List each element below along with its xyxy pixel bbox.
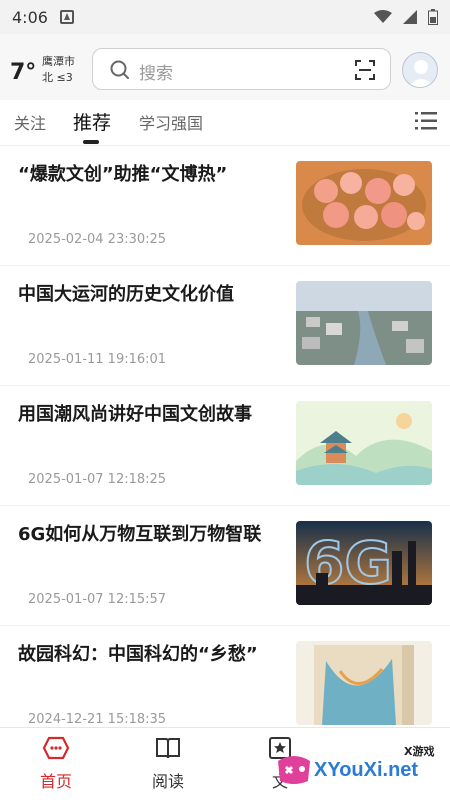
article-title: 故园科幻：中国科幻的“乡愁” [18, 644, 258, 665]
book-icon [156, 738, 180, 759]
article-title: “爆款文创”助推“文博热” [18, 164, 228, 185]
weather-city: 鹰潭市 [42, 55, 75, 68]
weather-location[interactable]: 鹰潭市 北 ≤3 [42, 54, 75, 86]
gamepad-logo-icon [278, 756, 310, 784]
nav-home[interactable]: 首页 [16, 736, 96, 792]
article-thumbnail [296, 641, 432, 725]
article-thumbnail [296, 161, 432, 245]
article-title: 6G如何从万物互联到万物智联 [18, 524, 262, 545]
signal-icon [403, 10, 417, 24]
home-icon [42, 736, 70, 760]
article-item[interactable]: “爆款文创”助推“文博热” 2025-02-04 23:30:25 [0, 146, 450, 266]
battery-icon [428, 9, 438, 25]
article-date: 2025-01-11 19:16:01 [28, 352, 167, 367]
watermark-small-text: X游戏 [404, 745, 435, 758]
article-date: 2025-01-07 12:15:57 [28, 592, 167, 607]
tab-follow[interactable]: 关注 [14, 110, 46, 134]
wifi-icon [374, 10, 392, 23]
nav-home-label: 首页 [39, 772, 72, 791]
notification-icon [59, 10, 74, 24]
top-bar: 7° 鹰潭市 北 ≤3 搜索 [0, 34, 450, 100]
tab-recommend[interactable]: 推荐 [73, 108, 111, 135]
article-item[interactable]: 中国大运河的历史文化价值 2025-01-11 19:16:01 [0, 266, 450, 386]
weather-temperature[interactable]: 7° [10, 60, 36, 85]
article-feed: “爆款文创”助推“文博热” 2025-02-04 23:30:25 中国大运河的… [0, 146, 450, 746]
article-title: 用国潮风尚讲好中国文创故事 [18, 404, 252, 425]
article-date: 2025-01-07 12:18:25 [28, 472, 167, 487]
search-placeholder: 搜索 [139, 64, 173, 84]
article-item[interactable]: 用国潮风尚讲好中国文创故事 2025-01-07 12:18:25 [0, 386, 450, 506]
channel-tabs: 关注 推荐 学习强国 [0, 100, 450, 146]
article-title: 中国大运河的历史文化价值 [18, 284, 234, 305]
article-date: 2025-02-04 23:30:25 [28, 232, 167, 247]
watermark-logo: X游戏 XYouXi.net [272, 737, 442, 795]
status-bar: 4:06 [0, 0, 450, 34]
scan-icon[interactable] [354, 59, 376, 81]
weather-wind: 北 ≤3 [42, 71, 73, 84]
active-tab-indicator [83, 140, 99, 144]
article-thumbnail [296, 281, 432, 365]
status-time: 4:06 [12, 7, 48, 27]
nav-read[interactable]: 阅读 [128, 736, 208, 792]
tab-xuexi-qiangguo[interactable]: 学习强国 [139, 110, 203, 134]
nav-read-label: 阅读 [151, 772, 184, 791]
channel-menu-icon[interactable] [415, 111, 437, 131]
article-thumbnail [296, 401, 432, 485]
article-item[interactable]: 6G如何从万物互联到万物智联 2025-01-07 12:15:57 6G [0, 506, 450, 626]
article-date: 2024-12-21 15:18:35 [28, 712, 167, 727]
watermark-text: XYouXi.net [314, 759, 419, 781]
search-icon [110, 60, 129, 79]
avatar[interactable] [402, 52, 438, 88]
article-thumbnail: 6G [296, 521, 432, 605]
search-input[interactable]: 搜索 [92, 48, 391, 90]
